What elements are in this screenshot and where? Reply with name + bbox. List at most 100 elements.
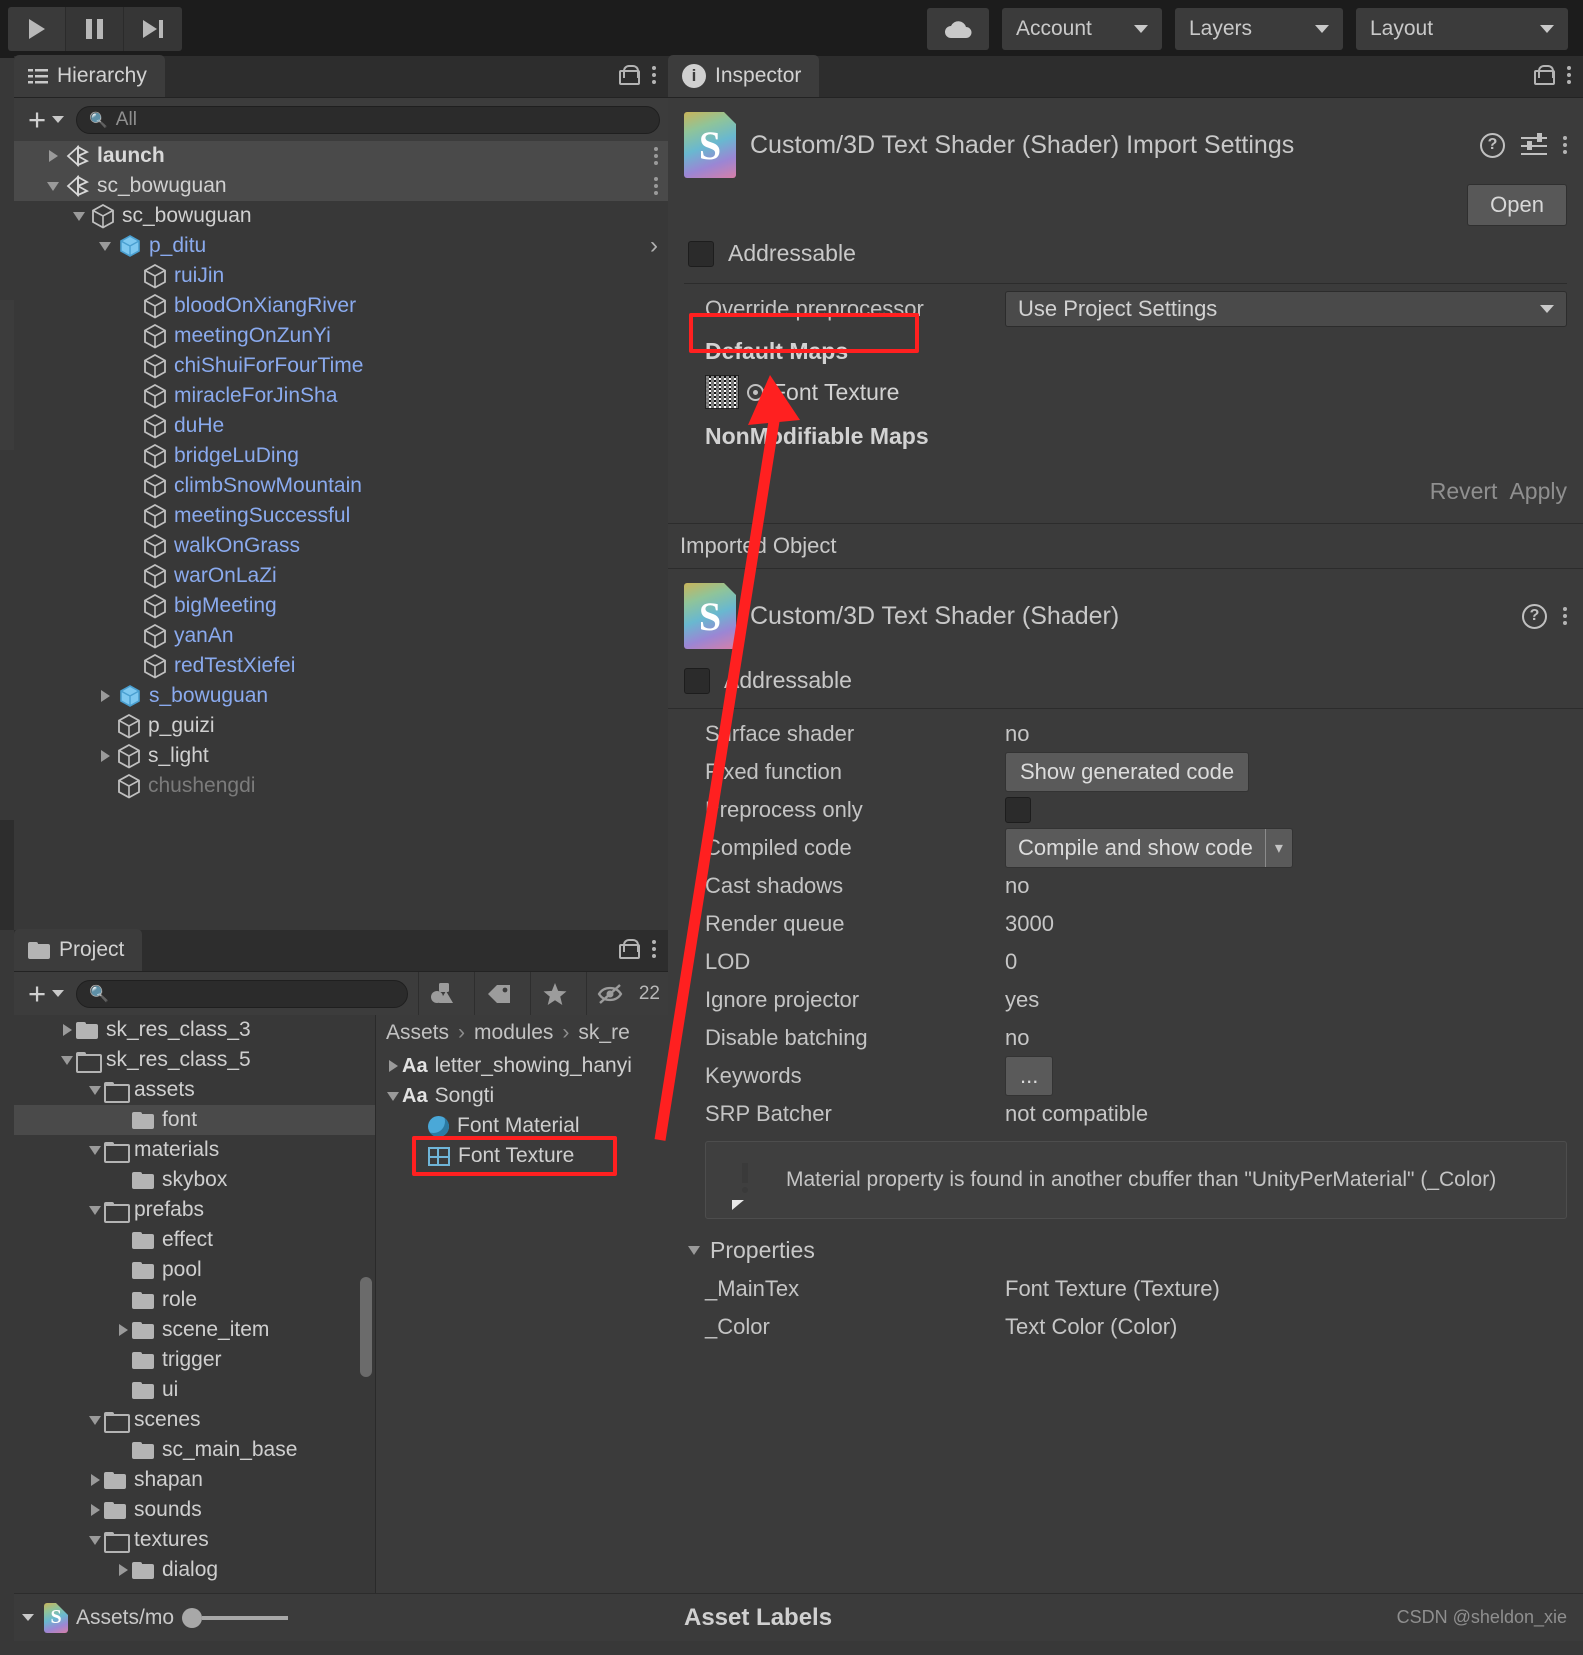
tab-inspector[interactable]: i Inspector xyxy=(668,55,820,97)
preset-icon[interactable] xyxy=(1521,133,1547,156)
tab-hierarchy[interactable]: Hierarchy xyxy=(14,55,165,97)
hierarchy-menu-icon[interactable] xyxy=(652,66,656,84)
hierarchy-item-ruijin[interactable]: ruiJin xyxy=(14,261,668,291)
hierarchy-item-sc_bowuguan[interactable]: sc_bowuguan xyxy=(14,201,668,231)
cloud-services-button[interactable] xyxy=(927,8,989,50)
breadcrumb[interactable]: Assets › modules › sk_re xyxy=(376,1015,668,1051)
collapse-arrow-icon[interactable] xyxy=(86,1536,104,1545)
project-search-input[interactable]: 🔍 xyxy=(76,979,408,1008)
breadcrumb-item-0[interactable]: Assets xyxy=(386,1021,449,1045)
folder-item-scenes[interactable]: scenes xyxy=(14,1405,375,1435)
collapse-arrow-icon[interactable] xyxy=(70,212,88,221)
hierarchy-item-p_guizi[interactable]: p_guizi xyxy=(14,711,668,741)
hierarchy-item-redtestxiefei[interactable]: redTestXiefei xyxy=(14,651,668,681)
override-preprocessor-dropdown[interactable]: Use Project Settings xyxy=(1005,291,1567,327)
chevron-down-icon[interactable] xyxy=(22,1614,34,1621)
breadcrumb-item-1[interactable]: modules xyxy=(474,1021,553,1045)
asset-type-filter-button[interactable] xyxy=(417,972,468,1015)
hierarchy-item-sc_bowuguan[interactable]: sc_bowuguan xyxy=(14,171,668,201)
asset-item-letter_showing_hanyi[interactable]: Aa letter_showing_hanyi xyxy=(376,1051,668,1081)
folder-item-shapan[interactable]: shapan xyxy=(14,1465,375,1495)
slider-knob[interactable] xyxy=(182,1607,203,1628)
folder-tree-list[interactable]: sk_res_class_3 sk_res_class_5 assets font ma… xyxy=(14,1015,375,1585)
collapse-arrow-icon[interactable] xyxy=(44,182,62,191)
hierarchy-item-bigmeeting[interactable]: bigMeeting xyxy=(14,591,668,621)
keywords-button[interactable]: ... xyxy=(1005,1056,1054,1096)
expand-arrow-icon[interactable] xyxy=(114,1564,132,1576)
folder-item-textures[interactable]: textures xyxy=(14,1525,375,1555)
asset-item-font-material[interactable]: Font Material xyxy=(376,1111,668,1141)
account-dropdown[interactable]: Account xyxy=(1002,8,1162,50)
create-object-button[interactable]: + xyxy=(22,104,70,135)
folder-item-prefabs[interactable]: prefabs xyxy=(14,1195,375,1225)
fixed-function-button[interactable]: Show generated code xyxy=(1005,752,1250,792)
hierarchy-item-s_light[interactable]: s_light xyxy=(14,741,668,771)
folder-item-sounds[interactable]: sounds xyxy=(14,1495,375,1525)
folder-item-materials[interactable]: materials xyxy=(14,1135,375,1165)
folder-item-skybox[interactable]: skybox xyxy=(14,1165,375,1195)
addressable-checkbox[interactable] xyxy=(688,240,714,267)
folder-item-sk_res_class_5[interactable]: sk_res_class_5 xyxy=(14,1045,375,1075)
compiled-code-button[interactable]: Compile and show code ▾ xyxy=(1005,828,1293,868)
properties-foldout[interactable]: Properties xyxy=(668,1219,1583,1270)
slider-track[interactable] xyxy=(202,1615,289,1620)
folder-item-sc_main_base[interactable]: sc_main_base xyxy=(14,1435,375,1465)
expand-arrow-icon[interactable] xyxy=(96,750,114,762)
folder-item-trigger[interactable]: trigger xyxy=(14,1345,375,1375)
component-menu-icon[interactable] xyxy=(1563,136,1567,154)
folder-item-pool[interactable]: pool xyxy=(14,1255,375,1285)
hierarchy-item-meetingsuccessful[interactable]: meetingSuccessful xyxy=(14,501,668,531)
component-menu-icon[interactable] xyxy=(1563,607,1567,625)
hierarchy-item-bloodonxiangriver[interactable]: bloodOnXiangRiver xyxy=(14,291,668,321)
tab-project[interactable]: Project xyxy=(14,929,143,971)
folder-item-sk_res_class_3[interactable]: sk_res_class_3 xyxy=(14,1015,375,1045)
expand-arrow-icon[interactable] xyxy=(114,1324,132,1336)
lock-icon[interactable] xyxy=(619,939,640,959)
label-filter-button[interactable] xyxy=(473,972,524,1015)
hierarchy-item-meetingonzunyi[interactable]: meetingOnZunYi xyxy=(14,321,668,351)
folder-item-dialog[interactable]: dialog xyxy=(14,1555,375,1585)
thumbnail-size-slider[interactable] xyxy=(182,1607,289,1628)
hierarchy-item-s_bowuguan[interactable]: s_bowuguan xyxy=(14,681,668,711)
chevron-down-icon[interactable]: ▾ xyxy=(1266,838,1292,858)
play-button[interactable] xyxy=(8,7,66,51)
hidden-filter-button[interactable] xyxy=(585,972,633,1015)
hierarchy-search-input[interactable]: 🔍 All xyxy=(76,105,660,134)
asset-item-font-texture[interactable]: Font Texture xyxy=(376,1141,668,1171)
hierarchy-item-yanan[interactable]: yanAn xyxy=(14,621,668,651)
collapse-arrow-icon[interactable] xyxy=(384,1092,402,1101)
hierarchy-item-duhe[interactable]: duHe xyxy=(14,411,668,441)
revert-button[interactable]: Revert xyxy=(1430,478,1498,505)
hierarchy-item-launch[interactable]: launch xyxy=(14,141,668,171)
folder-tree-scrollbar[interactable] xyxy=(360,1277,372,1377)
collapse-arrow-icon[interactable] xyxy=(96,242,114,251)
preprocess-only-checkbox[interactable] xyxy=(1005,797,1031,823)
apply-button[interactable]: Apply xyxy=(1509,478,1567,505)
chevron-right-icon[interactable]: › xyxy=(650,232,658,260)
collapse-arrow-icon[interactable] xyxy=(86,1416,104,1425)
folder-item-ui[interactable]: ui xyxy=(14,1375,375,1405)
lock-icon[interactable] xyxy=(619,65,640,85)
folder-item-effect[interactable]: effect xyxy=(14,1225,375,1255)
breadcrumb-item-2[interactable]: sk_re xyxy=(578,1021,629,1045)
font-texture-object-field[interactable]: Font Texture xyxy=(705,375,935,409)
favorite-filter-button[interactable] xyxy=(529,972,580,1015)
object-picker-icon[interactable] xyxy=(747,383,764,401)
folder-item-scene_item[interactable]: scene_item xyxy=(14,1315,375,1345)
imported-addressable-checkbox[interactable] xyxy=(684,667,710,694)
hierarchy-item-p_ditu[interactable]: p_ditu › xyxy=(14,231,668,261)
expand-arrow-icon[interactable] xyxy=(96,690,114,702)
help-icon[interactable]: ? xyxy=(1522,603,1547,629)
asset-item-songti[interactable]: Aa Songti xyxy=(376,1081,668,1111)
expand-arrow-icon[interactable] xyxy=(44,150,62,162)
hierarchy-item-menu-icon[interactable] xyxy=(654,177,658,195)
folder-item-assets[interactable]: assets xyxy=(14,1075,375,1105)
create-asset-button[interactable]: + xyxy=(22,978,70,1009)
pause-button[interactable] xyxy=(66,7,124,51)
hierarchy-item-chushengdi[interactable]: chushengdi xyxy=(14,771,668,801)
hierarchy-item-chishuiforfourtime[interactable]: chiShuiForFourTime xyxy=(14,351,668,381)
layers-dropdown[interactable]: Layers xyxy=(1175,8,1343,50)
expand-arrow-icon[interactable] xyxy=(58,1024,76,1036)
hierarchy-tree[interactable]: launch sc_bowuguan sc_bowuguan p_ditu › ruiJi… xyxy=(14,141,668,928)
collapse-arrow-icon[interactable] xyxy=(86,1086,104,1095)
